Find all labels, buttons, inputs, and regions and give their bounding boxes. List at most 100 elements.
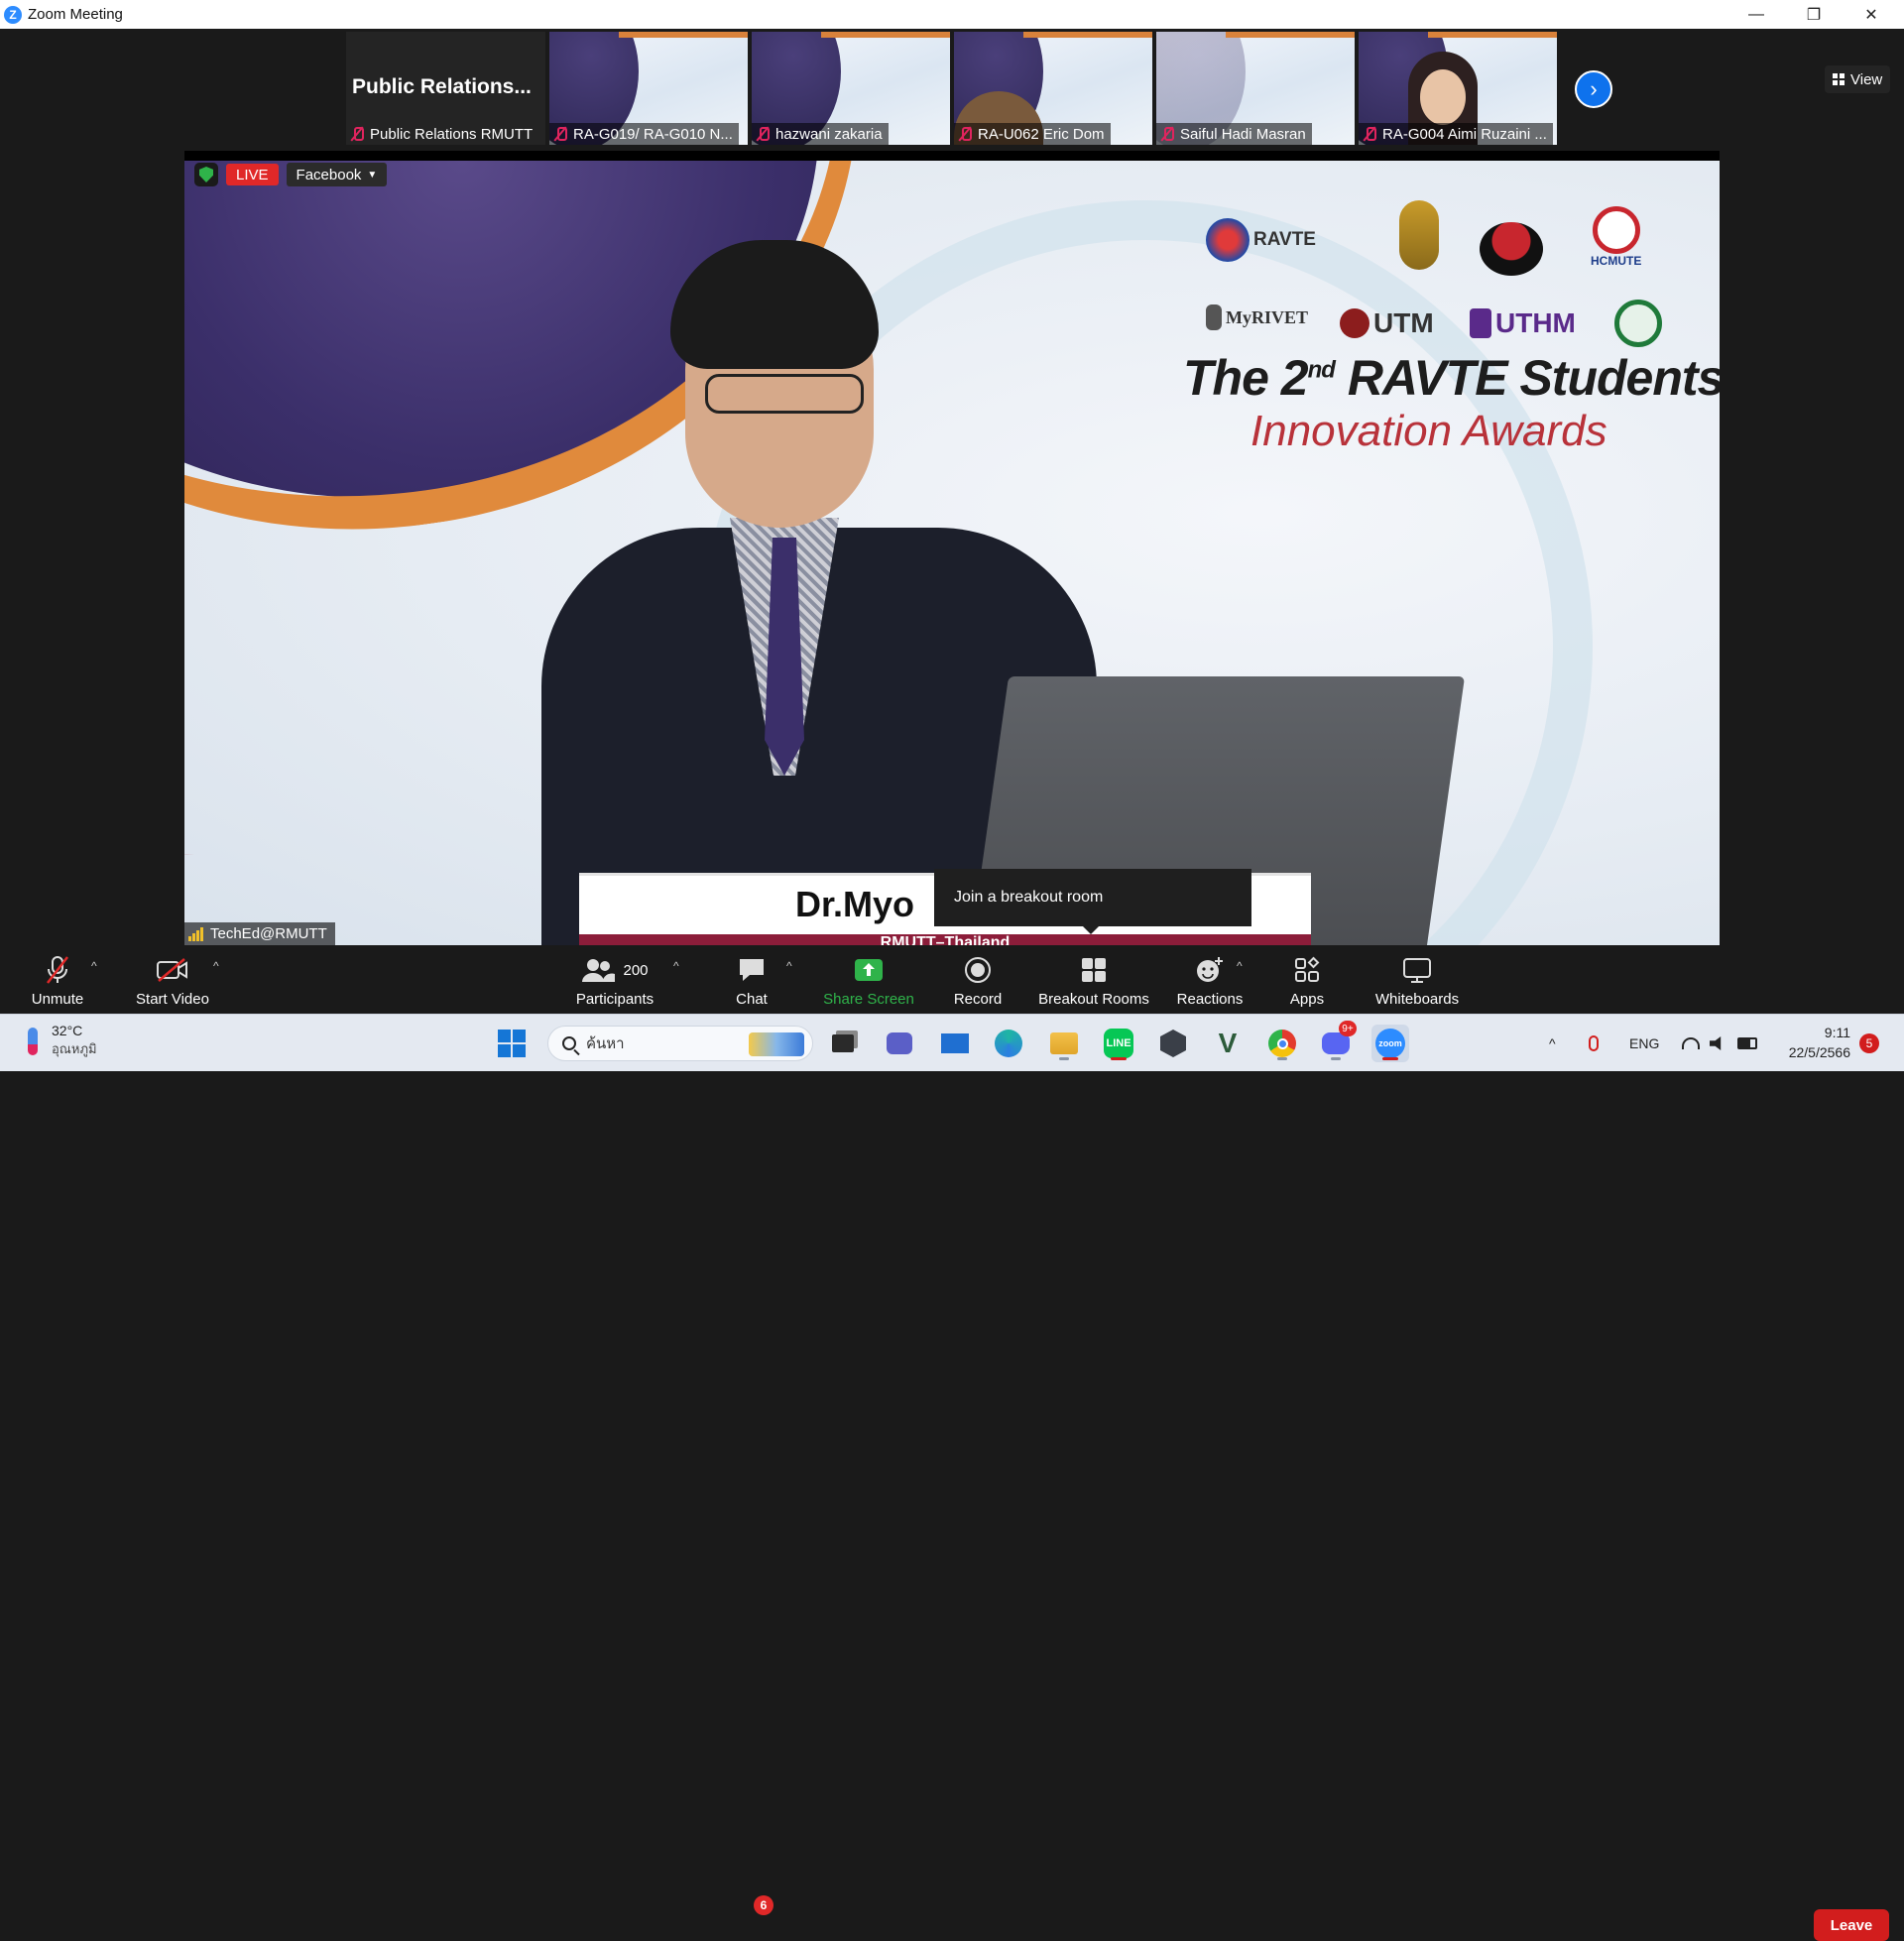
zoom-app-icon[interactable]: zoom: [1371, 1025, 1409, 1062]
reactions-icon: [1195, 955, 1225, 985]
participant-tile[interactable]: hazwani zakaria: [752, 32, 950, 145]
show-hidden-icons-chevron-icon[interactable]: ^: [1549, 1015, 1556, 1072]
logo-utm: UTM: [1340, 307, 1434, 339]
windows-start-icon[interactable]: [493, 1025, 531, 1062]
speaker-name: Dr.Myo: [795, 884, 915, 924]
view-button[interactable]: View: [1825, 65, 1891, 93]
main-video-stage[interactable]: RAVTE HCMUTE MyRIVET UTM UTHM The 2nd RA…: [184, 151, 1720, 945]
line-app-icon[interactable]: LINE: [1100, 1025, 1137, 1062]
participant-name-bar: RA-U062 Eric Dom: [954, 123, 1111, 145]
mic-muted-icon: [553, 126, 567, 142]
microphone-tray-icon[interactable]: [1589, 1015, 1599, 1072]
discord-icon[interactable]: 9+: [1317, 1021, 1357, 1062]
platform-label: Facebook: [296, 166, 362, 183]
grid-view-icon: [1833, 73, 1844, 85]
speaker-video: RAVTE HCMUTE MyRIVET UTM UTHM The 2nd RA…: [184, 161, 1720, 945]
start-video-button[interactable]: Start Video: [131, 945, 214, 1014]
participant-tile[interactable]: Saiful Hadi Masran: [1156, 32, 1355, 145]
participant-tile[interactable]: RA-G004 Aimi Ruzaini ...: [1359, 32, 1557, 145]
participant-gallery: Public Relations... Public Relations RMU…: [0, 29, 1904, 146]
share-screen-button[interactable]: Share Screen: [819, 945, 918, 1014]
participants-count: 200: [623, 961, 649, 979]
unmute-button[interactable]: Unmute: [22, 945, 93, 1014]
weather-widget[interactable]: 32°C อุณหภูมิ: [28, 1023, 97, 1059]
close-button[interactable]: ✕: [1843, 0, 1900, 29]
apps-button[interactable]: Apps: [1283, 945, 1331, 1014]
participants-chevron-icon[interactable]: ^: [673, 959, 679, 973]
mic-muted-icon: [350, 126, 364, 142]
participant-tile[interactable]: RA-U062 Eric Dom: [954, 32, 1152, 145]
restore-button[interactable]: ❐: [1785, 0, 1843, 29]
discord-badge: 9+: [1339, 1021, 1357, 1036]
os-taskbar: 32°C อุณหภูมิ ค้นหา LINE V 9+ zoom ^ ENG…: [0, 1014, 1904, 1071]
logo-upi: [1480, 222, 1543, 276]
share-screen-icon: [854, 955, 884, 985]
logo-uthm: UTHM: [1470, 307, 1576, 339]
search-highlight-icon: [749, 1032, 804, 1056]
record-button[interactable]: Record: [948, 945, 1008, 1014]
logo-hcmute: HCMUTE: [1591, 206, 1641, 268]
app-hexagon-icon[interactable]: [1154, 1025, 1192, 1062]
taskbar-search-input[interactable]: ค้นหา: [547, 1026, 813, 1061]
input-language[interactable]: ENG: [1629, 1015, 1659, 1072]
breakout-rooms-button[interactable]: Breakout Rooms: [1035, 945, 1152, 1014]
video-options-chevron-icon[interactable]: ^: [213, 959, 219, 973]
meeting-toolbar: Unmute ^ Start Video ^ 200 Participants …: [0, 945, 1904, 1941]
clock-date: 22/5/2566: [1788, 1044, 1850, 1060]
chat-button[interactable]: Chat: [732, 945, 772, 1014]
task-view-icon[interactable]: [824, 1025, 862, 1062]
participant-name-bar: RA-G019/ RA-G010 N...: [549, 123, 739, 145]
security-shield-icon[interactable]: [194, 163, 218, 186]
vivaldi-v-icon[interactable]: V: [1209, 1025, 1247, 1062]
thermometer-icon: [28, 1027, 38, 1055]
livestream-platform-dropdown[interactable]: Facebook ▼: [286, 163, 388, 186]
breakout-tooltip: Join a breakout room: [934, 869, 1251, 934]
chat-bubble-icon: [737, 955, 767, 985]
record-icon: [964, 955, 992, 985]
system-clock[interactable]: 9:11 22/5/2566: [1775, 1023, 1850, 1062]
livestream-controls: LIVE Facebook ▼: [194, 163, 388, 186]
volume-icon[interactable]: [1710, 1015, 1726, 1072]
mic-muted-icon: [1363, 126, 1376, 142]
chat-unread-badge: 6: [754, 1895, 774, 1915]
mic-muted-icon: [958, 126, 972, 142]
clock-time: 9:11: [1824, 1025, 1850, 1040]
speaker-organization: RMUTT–Thailand: [579, 934, 1311, 945]
battery-icon[interactable]: [1737, 1015, 1757, 1072]
edge-browser-icon[interactable]: [990, 1025, 1027, 1062]
logo-ravte: RAVTE: [1206, 218, 1316, 262]
logo-green-seal: [1614, 300, 1662, 347]
search-placeholder: ค้นหา: [586, 1035, 625, 1052]
leave-button[interactable]: Leave: [1814, 1909, 1889, 1941]
logo-myrivet: MyRIVET: [1206, 304, 1308, 330]
weather-label: อุณหภูมิ: [52, 1041, 97, 1056]
audio-options-chevron-icon[interactable]: ^: [91, 959, 97, 973]
whiteboard-icon: [1402, 955, 1432, 985]
chrome-browser-icon[interactable]: [1263, 1025, 1301, 1062]
live-badge[interactable]: LIVE: [226, 164, 279, 185]
whiteboards-button[interactable]: Whiteboards: [1372, 945, 1462, 1014]
zoom-logo-icon: Z: [4, 5, 22, 24]
participant-tile[interactable]: RA-G019/ RA-G010 N...: [549, 32, 748, 145]
participant-name: Saiful Hadi Masran: [1180, 125, 1306, 143]
chat-chevron-icon[interactable]: ^: [786, 959, 792, 973]
event-subtitle: Innovation Awards: [1250, 407, 1607, 455]
minimize-button[interactable]: —: [1727, 0, 1785, 29]
file-explorer-icon[interactable]: [1045, 1025, 1083, 1062]
breakout-rooms-icon: [1080, 955, 1108, 985]
teams-chat-icon[interactable]: [881, 1025, 918, 1062]
microphone-muted-icon: [44, 955, 71, 985]
notification-badge[interactable]: 5: [1859, 1033, 1879, 1053]
reactions-chevron-icon[interactable]: ^: [1237, 959, 1243, 973]
wifi-icon[interactable]: [1682, 1015, 1700, 1072]
reactions-button[interactable]: Reactions: [1172, 945, 1248, 1014]
participant-name: RA-G004 Aimi Ruzaini ...: [1382, 125, 1547, 143]
active-speaker-name: TechEd@RMUTT: [210, 925, 327, 942]
chevron-right-icon[interactable]: ›: [1575, 70, 1612, 108]
participants-button[interactable]: 200 Participants: [573, 945, 656, 1014]
participant-tile-pinned[interactable]: Public Relations... Public Relations RMU…: [346, 32, 545, 145]
mail-icon[interactable]: [936, 1025, 974, 1062]
event-title: The 2nd RAVTE Students: [1183, 350, 1720, 406]
participant-name-bar: RA-G004 Aimi Ruzaini ...: [1359, 123, 1553, 145]
logo-university-crest: [1399, 200, 1439, 270]
